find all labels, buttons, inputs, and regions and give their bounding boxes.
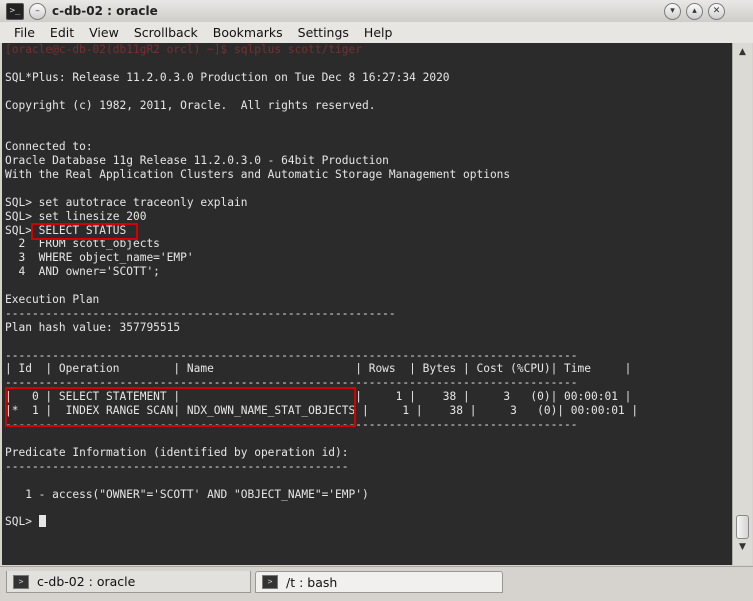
terminal-line: Oracle Database 11g Release 11.2.0.3.0 -… xyxy=(5,154,389,168)
menu-bar: File Edit View Scrollback Bookmarks Sett… xyxy=(0,22,753,43)
menu-help[interactable]: Help xyxy=(357,25,401,40)
terminal-app-icon[interactable]: >_ xyxy=(6,3,24,20)
scroll-thumb[interactable] xyxy=(736,515,749,539)
terminal-line: Plan hash value: 357795515 xyxy=(5,320,181,334)
window-menu-button[interactable]: – xyxy=(29,3,46,20)
terminal-line: SQL> xyxy=(5,515,638,529)
terminal-line: SQL> set linesize 200 xyxy=(5,209,147,223)
tab-c-db-02[interactable]: > c-db-02 : oracle xyxy=(6,571,251,593)
tab-bash[interactable]: > /t : bash xyxy=(255,571,503,593)
terminal-line: SQL*Plus: Release 11.2.0.3.0 Production … xyxy=(5,70,450,84)
terminal-line: Predicate Information (identified by ope… xyxy=(5,445,349,459)
menu-view[interactable]: View xyxy=(82,25,127,40)
terminal-tab-icon: > xyxy=(262,575,278,589)
terminal-line: Copyright (c) 1982, 2011, Oracle. All ri… xyxy=(5,98,376,112)
terminal-line: ----------------------------------------… xyxy=(5,306,396,320)
terminal-line: 4 AND owner='SCOTT'; xyxy=(5,265,160,279)
menu-scrollback[interactable]: Scrollback xyxy=(127,25,206,40)
tab-label: /t : bash xyxy=(286,574,338,590)
menu-settings[interactable]: Settings xyxy=(291,25,357,40)
close-button[interactable]: ✕ xyxy=(708,3,725,20)
title-bar[interactable]: >_ – c-db-02 : oracle ▾ ▴ ✕ xyxy=(0,0,753,23)
terminal-line: Connected to: xyxy=(5,140,93,154)
vertical-scrollbar[interactable]: ▲ ▼ xyxy=(732,43,752,565)
menu-edit[interactable]: Edit xyxy=(43,25,82,40)
minimize-button[interactable]: ▾ xyxy=(664,3,681,20)
highlight-plan-rows xyxy=(5,387,356,427)
terminal-line: ----------------------------------------… xyxy=(5,459,349,473)
tab-bar: > c-db-02 : oracle > /t : bash xyxy=(0,566,753,601)
window-title: c-db-02 : oracle xyxy=(52,4,158,18)
text-cursor xyxy=(38,515,46,528)
terminal-text: [oracle@c-db-02(db11gR2 orcl) ~]$ sqlplu… xyxy=(5,43,638,529)
terminal-line: 1 - access("OWNER"='SCOTT' AND "OBJECT_N… xyxy=(5,487,369,501)
terminal-line: | Id | Operation | Name | Rows | Bytes |… xyxy=(5,362,632,376)
menu-bookmarks[interactable]: Bookmarks xyxy=(206,25,291,40)
terminal-tab-icon: > xyxy=(13,574,29,589)
highlight-select-status xyxy=(31,223,138,240)
menu-file[interactable]: File xyxy=(0,25,43,40)
terminal-output[interactable]: [oracle@c-db-02(db11gR2 orcl) ~]$ sqlplu… xyxy=(2,43,732,565)
scroll-up-icon[interactable]: ▲ xyxy=(736,46,749,59)
terminal-line: ----------------------------------------… xyxy=(5,348,578,362)
terminal-line: Execution Plan xyxy=(5,293,100,307)
maximize-button[interactable]: ▴ xyxy=(686,3,703,20)
terminal-line: With the Real Application Clusters and A… xyxy=(5,168,511,182)
scroll-down-icon[interactable]: ▼ xyxy=(736,541,749,554)
terminal-line: [oracle@c-db-02(db11gR2 orcl) ~]$ sqlplu… xyxy=(5,43,362,56)
tab-label: c-db-02 : oracle xyxy=(37,574,136,589)
terminal-line: 3 WHERE object_name='EMP' xyxy=(5,251,194,265)
terminal-line: SQL> set autotrace traceonly explain xyxy=(5,195,248,209)
